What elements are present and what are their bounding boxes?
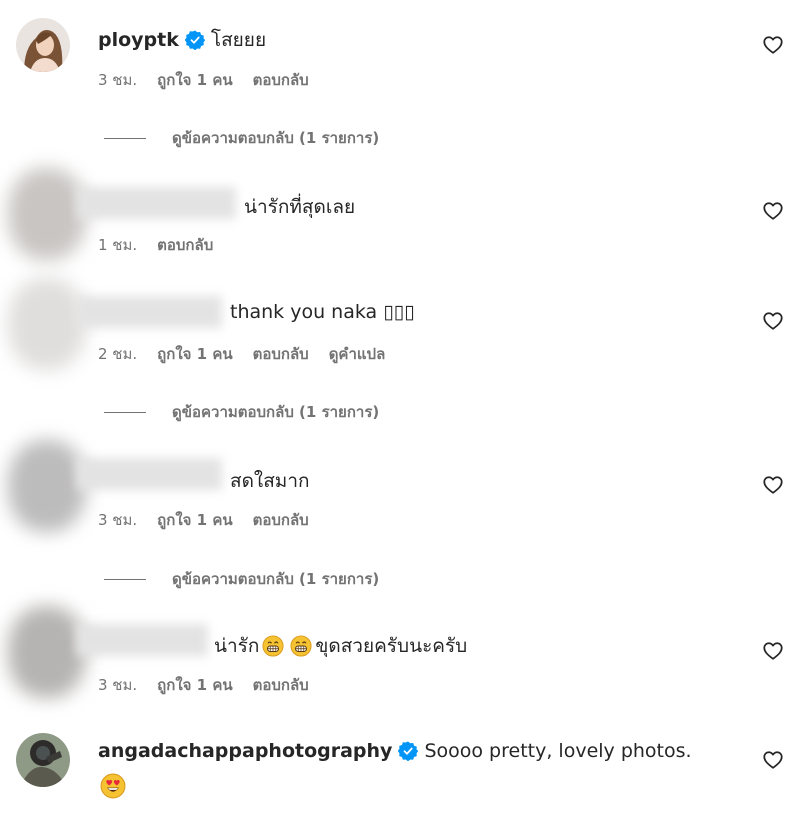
comment-header: สดใสมาก <box>230 466 310 496</box>
comment-meta: 1 ชม. ตอบกลับ <box>98 233 213 257</box>
username-redacted <box>76 187 236 219</box>
comment-time[interactable]: 1 ชม. <box>98 233 137 257</box>
comment-text-after: ขุดสวยครับนะครับ <box>315 635 468 657</box>
comment-text-before: น่ารัก <box>214 635 260 657</box>
heart-outline-icon[interactable] <box>762 200 784 222</box>
like-count[interactable]: ถูกใจ 1 คน <box>157 508 232 532</box>
verified-badge-icon <box>185 30 205 50</box>
avatar[interactable] <box>8 278 86 370</box>
view-replies-button[interactable]: ดูข้อความตอบกลับ (1 รายการ) <box>104 400 379 424</box>
comment-meta: 3 ชม. ถูกใจ 1 คน ตอบกลับ <box>98 68 309 92</box>
heart-outline-icon[interactable] <box>762 34 784 56</box>
view-replies-label: ดูข้อความตอบกลับ (1 รายการ) <box>172 570 380 588</box>
grinning-face-emoji <box>262 635 284 657</box>
view-replies-button[interactable]: ดูข้อความตอบกลับ (1 รายการ) <box>104 126 379 150</box>
reply-button[interactable]: ตอบกลับ <box>253 342 309 366</box>
like-count[interactable]: ถูกใจ 1 คน <box>157 673 232 697</box>
divider <box>104 578 146 580</box>
comment-header: thank you naka ▯▯▯ <box>230 301 415 323</box>
like-count[interactable]: ถูกใจ 1 คน <box>157 342 232 366</box>
comment-time[interactable]: 3 ชม. <box>98 508 137 532</box>
heart-outline-icon[interactable] <box>762 474 784 496</box>
comment-meta: 2 ชม. ถูกใจ 1 คน ตอบกลับ ดูคำแปล <box>98 342 385 366</box>
heart-outline-icon[interactable] <box>762 749 784 771</box>
avatar[interactable] <box>8 168 86 260</box>
comment-time[interactable]: 2 ชม. <box>98 342 137 366</box>
comment-meta: 3 ชม. ถูกใจ 1 คน ตอบกลับ <box>98 508 309 532</box>
heart-eyes-emoji <box>100 773 126 799</box>
avatar[interactable] <box>8 606 86 698</box>
comment-time[interactable]: 3 ชม. <box>98 68 137 92</box>
comment-text: น่ารักที่สุดเลย <box>244 196 356 218</box>
like-count[interactable]: ถูกใจ 1 คน <box>157 68 232 92</box>
username-redacted <box>76 458 222 490</box>
heart-outline-icon[interactable] <box>762 640 784 662</box>
comment-header: น่ารักที่สุดเลย <box>244 192 355 222</box>
avatar[interactable] <box>16 733 70 787</box>
reply-button[interactable]: ตอบกลับ <box>253 508 309 532</box>
comment-header: ployptk โสยยย <box>98 25 266 55</box>
view-replies-button[interactable]: ดูข้อความตอบกลับ (1 รายการ) <box>104 567 379 591</box>
view-replies-label: ดูข้อความตอบกลับ (1 รายการ) <box>172 403 380 421</box>
verified-badge-icon <box>398 741 418 761</box>
username[interactable]: ployptk <box>98 29 179 51</box>
comment-text: โสยยย <box>210 29 267 51</box>
divider <box>104 137 146 139</box>
translate-button[interactable]: ดูคำแปล <box>329 342 386 366</box>
username-redacted <box>76 624 208 656</box>
username-redacted <box>76 296 222 328</box>
reply-button[interactable]: ตอบกลับ <box>253 673 309 697</box>
comment-header: angadachappaphotography Soooo pretty, lo… <box>98 740 692 762</box>
grinning-face-emoji <box>290 635 312 657</box>
heart-outline-icon[interactable] <box>762 310 784 332</box>
reply-button[interactable]: ตอบกลับ <box>157 233 213 257</box>
comment-text: Soooo pretty, lovely photos. <box>424 740 692 762</box>
divider <box>104 411 146 413</box>
avatar[interactable] <box>16 18 70 72</box>
comment-meta: 3 ชม. ถูกใจ 1 คน ตอบกลับ <box>98 673 309 697</box>
comment-text: thank you naka ▯▯▯ <box>230 301 415 323</box>
view-replies-label: ดูข้อความตอบกลับ (1 รายการ) <box>172 129 380 147</box>
avatar[interactable] <box>8 440 86 532</box>
reply-button[interactable]: ตอบกลับ <box>253 68 309 92</box>
username[interactable]: angadachappaphotography <box>98 740 392 762</box>
comment-text: สดใสมาก <box>230 470 310 492</box>
comment-time[interactable]: 3 ชม. <box>98 673 137 697</box>
comment-header: น่ารัก ขุดสวยครับนะครับ <box>214 631 467 661</box>
